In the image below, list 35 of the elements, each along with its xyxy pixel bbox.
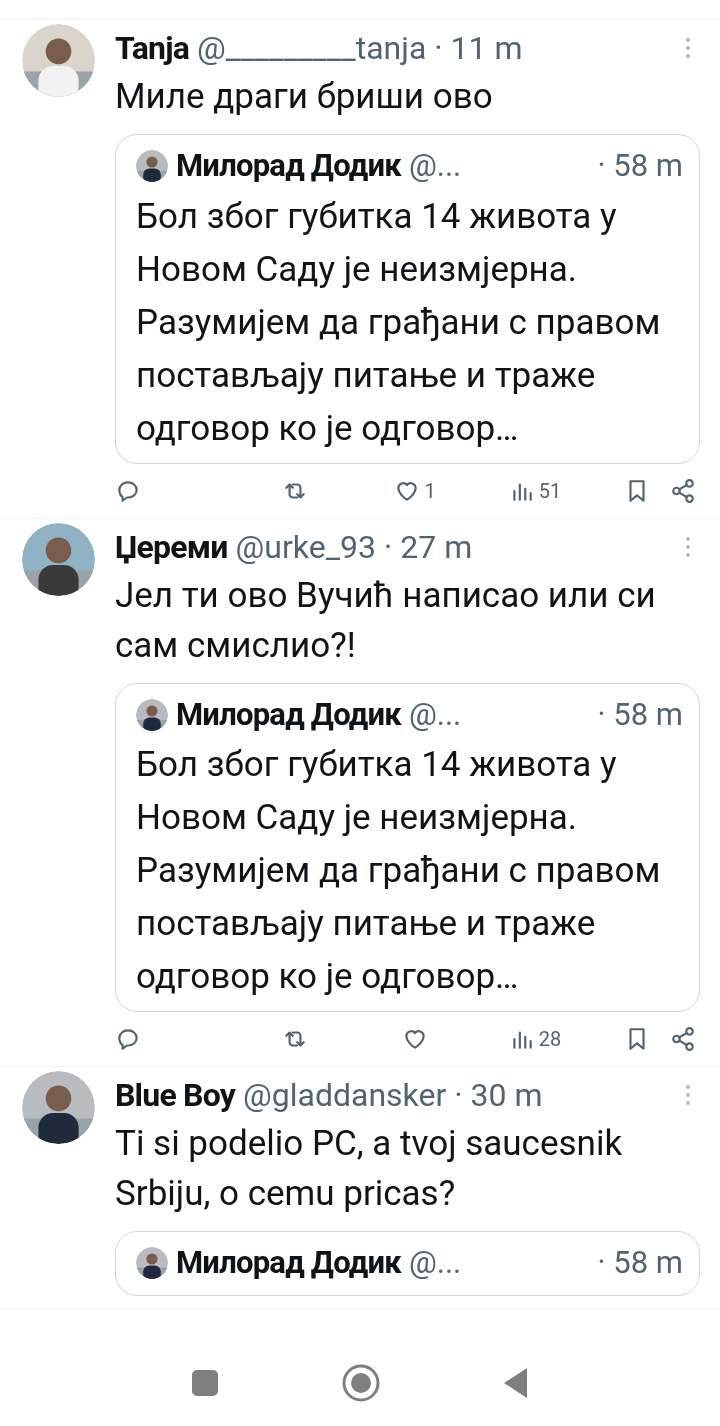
- back-icon[interactable]: [502, 1367, 529, 1399]
- share-icon[interactable]: [670, 477, 696, 504]
- tweet-text: Миле драги бриши ово: [115, 75, 494, 119]
- timestamp: · 27 m: [384, 526, 473, 568]
- share-icon[interactable]: [670, 1026, 696, 1052]
- author-handle: @...: [408, 146, 462, 186]
- quoted-tweet-text: Бол због губитка 14 живота у Новом Саду је неизмјерна. Разумијем да грађани с правом постављају питање и траже одговор ко је одговор…: [136, 194, 662, 451]
- recent-apps-icon[interactable]: [191, 1369, 220, 1397]
- timestamp: · 58 m: [597, 146, 683, 186]
- quoted-tweet-card[interactable]: Милорад Додик @... · 58 m: [115, 1231, 700, 1296]
- author-handle: @...: [408, 1243, 462, 1283]
- author-name: Милорад Додик: [176, 146, 401, 186]
- author-handle: @gladdansker: [243, 1075, 447, 1116]
- author-name[interactable]: Tanja: [115, 24, 189, 72]
- timestamp: · 58 m: [597, 694, 683, 735]
- reply-icon[interactable]: [115, 1026, 141, 1052]
- like-count: 1: [424, 477, 436, 505]
- quoted-tweet-card[interactable]: Милорад Додик @... · 58 m Бол због губитка 14 живота у Новом Саду је неизмјерна. Разумијем да грађани с правом постављају питање и траже одговор ко је одговор…: [115, 134, 700, 464]
- home-icon[interactable]: [342, 1364, 380, 1402]
- author-name[interactable]: Blue Boy: [115, 1071, 235, 1119]
- timestamp: · 11 m: [434, 28, 523, 69]
- timestamp: · 58 m: [597, 1243, 683, 1283]
- quoted-tweet-text: Бол због губитка 14 живота у Новом Саду је неизмјерна. Разумијем да грађани с правом постављају питање и траже одговор ко је одговор…: [136, 743, 662, 999]
- author-handle: @_________tanja: [197, 28, 427, 69]
- quoted-tweet-card[interactable]: Милорад Додик @... · 58 m Бол због губитка 14 живота у Новом Саду је неизмјерна. Разумијем да грађани с правом постављају питање и траже одговор ко је одговор…: [115, 682, 700, 1012]
- author-handle: @...: [408, 694, 462, 735]
- author-name: Милорад Додик: [176, 694, 401, 735]
- views-count: 51: [538, 477, 562, 505]
- tweet-text: Јел ти ово Вучић написао или си сам смислио?!: [115, 573, 657, 668]
- author-handle: @urke_93: [235, 526, 377, 568]
- tweet-text: Ti si podelio PC, a tvoj saucesnik Srbiju, o cemu pricas?: [115, 1122, 624, 1216]
- author-name[interactable]: Џереми: [115, 522, 228, 571]
- author-name: Милорад Додик: [176, 1243, 401, 1283]
- timestamp: · 30 m: [454, 1075, 543, 1116]
- views-count: 28: [538, 1026, 562, 1053]
